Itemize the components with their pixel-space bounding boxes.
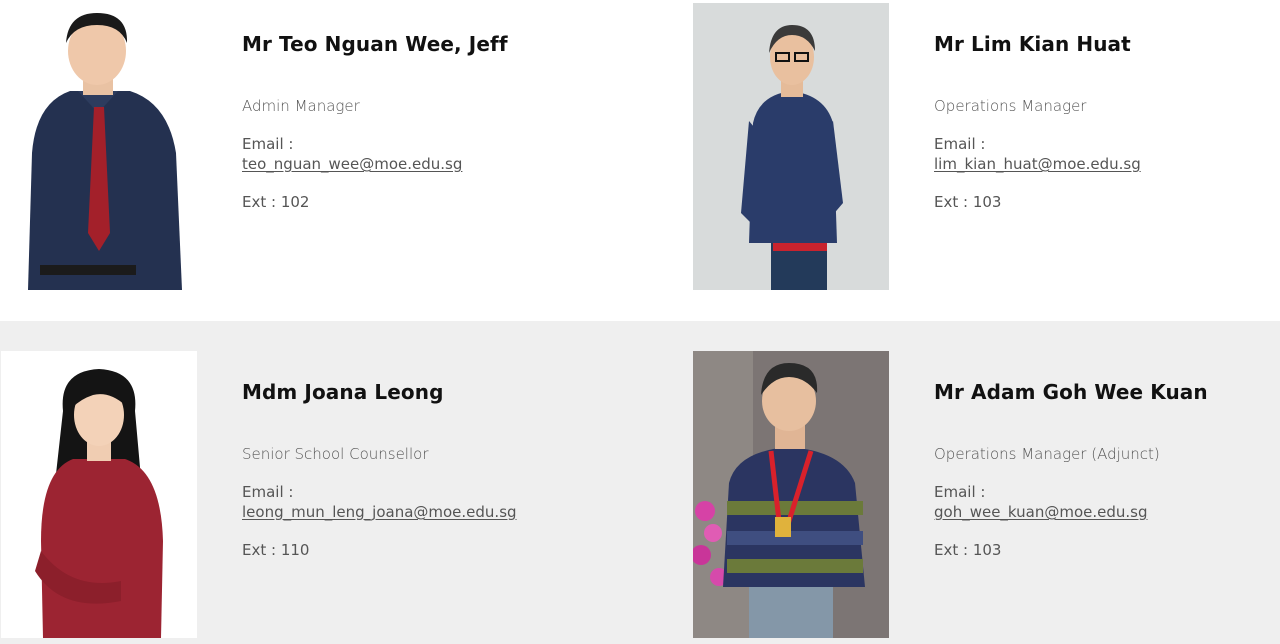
staff-photo xyxy=(693,351,889,638)
staff-card-goh: Mr Adam Goh Wee Kuan Operations Manager … xyxy=(692,321,1280,644)
email-link[interactable]: leong_mun_leng_joana@moe.edu.sg xyxy=(242,503,517,521)
ext-number: Ext : 103 xyxy=(934,541,1002,559)
staff-row-2: Mdm Joana Leong Senior School Counsellor… xyxy=(0,321,1280,644)
staff-photo xyxy=(0,3,196,290)
staff-card-leong: Mdm Joana Leong Senior School Counsellor… xyxy=(0,321,640,644)
ext-number: Ext : 110 xyxy=(242,541,310,559)
email-link[interactable]: teo_nguan_wee@moe.edu.sg xyxy=(242,155,462,173)
staff-name: Mdm Joana Leong xyxy=(242,380,444,404)
staff-role: Operations Manager xyxy=(934,97,1087,115)
staff-role: Senior School Counsellor xyxy=(242,445,429,463)
email-link[interactable]: goh_wee_kuan@moe.edu.sg xyxy=(934,503,1148,521)
staff-role: Admin Manager xyxy=(242,97,360,115)
staff-name: Mr Teo Nguan Wee, Jeff xyxy=(242,32,508,56)
staff-role: Operations Manager (Adjunct) xyxy=(934,445,1160,463)
ext-number: Ext : 102 xyxy=(242,193,310,211)
staff-row-1: Mr Teo Nguan Wee, Jeff Admin Manager Ema… xyxy=(0,0,1280,321)
staff-photo xyxy=(1,351,197,638)
staff-name: Mr Lim Kian Huat xyxy=(934,32,1131,56)
staff-card-teo: Mr Teo Nguan Wee, Jeff Admin Manager Ema… xyxy=(0,0,640,321)
email-label: Email : xyxy=(242,483,294,501)
email-label: Email : xyxy=(242,135,294,153)
staff-name: Mr Adam Goh Wee Kuan xyxy=(934,380,1208,404)
staff-photo xyxy=(693,3,889,290)
email-label: Email : xyxy=(934,135,986,153)
staff-card-lim: Mr Lim Kian Huat Operations Manager Emai… xyxy=(692,0,1280,321)
ext-number: Ext : 103 xyxy=(934,193,1002,211)
email-link[interactable]: lim_kian_huat@moe.edu.sg xyxy=(934,155,1141,173)
email-label: Email : xyxy=(934,483,986,501)
